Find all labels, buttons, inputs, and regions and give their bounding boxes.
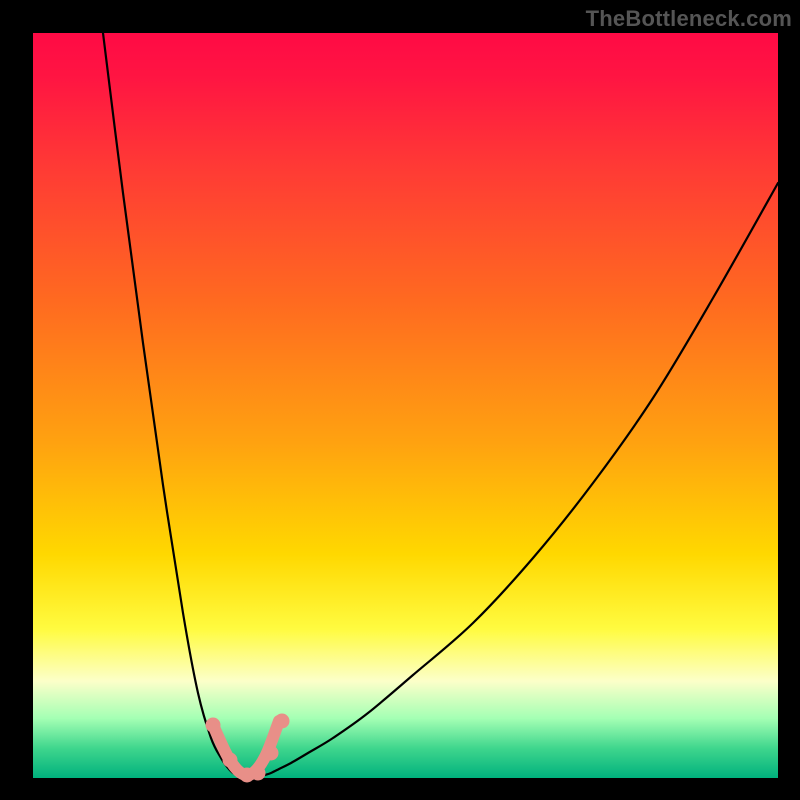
trough-dot bbox=[275, 714, 290, 729]
plot-area bbox=[33, 33, 778, 778]
chart-frame: TheBottleneck.com bbox=[0, 0, 800, 800]
trough-dot bbox=[264, 746, 279, 761]
curve-svg bbox=[33, 33, 778, 778]
left-curve bbox=[103, 33, 238, 775]
right-curve bbox=[261, 183, 778, 776]
trough-dot bbox=[206, 718, 221, 733]
trough-dot bbox=[223, 753, 238, 768]
trough-dot bbox=[251, 766, 266, 781]
watermark-text: TheBottleneck.com bbox=[586, 6, 792, 32]
